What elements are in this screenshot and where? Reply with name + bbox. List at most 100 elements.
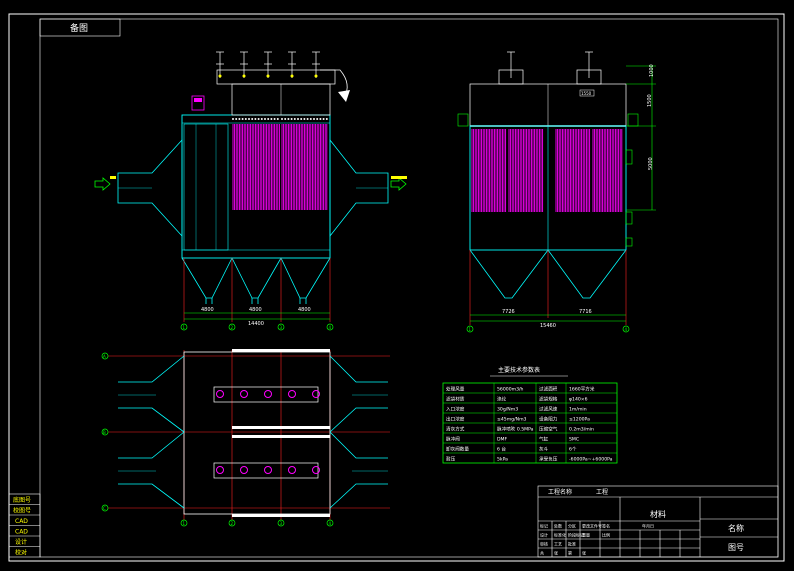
param-cell: SMC — [569, 437, 579, 443]
bag-cap — [270, 118, 273, 120]
title-cell: 共 — [540, 550, 544, 556]
bag-cap — [264, 118, 266, 120]
bag-cap — [241, 118, 244, 120]
param-cell: 压缩空气 — [539, 426, 558, 433]
param-cell: 涤纶 — [497, 396, 507, 403]
param-cell: 6个 — [569, 447, 577, 453]
param-cell: 耐压 — [446, 456, 456, 463]
bag-cap — [232, 118, 234, 120]
bag-cap — [309, 118, 312, 120]
inner-border — [39, 18, 779, 558]
title-drawing-no: 图号 — [728, 543, 744, 552]
title-cell: 第 — [568, 550, 572, 556]
front-axis-2: 2 — [231, 325, 234, 330]
stamp-2: 校图号 — [13, 507, 31, 515]
left-stamp-strip: 底图号 校图号 CAD CAD 设计 校对 — [8, 493, 41, 558]
front-pulse-valves — [216, 51, 320, 78]
param-cell: DMF — [497, 437, 508, 443]
param-cell: 6 台 — [497, 446, 506, 453]
stamp-3: CAD — [15, 518, 28, 525]
title-cell: 更改文件号 — [582, 523, 602, 529]
param-cell: 0.2m3/min — [569, 427, 594, 433]
param-cell: 脉冲喷吹 0.5MPa — [497, 426, 534, 433]
side-right-dim-2: 1500 — [647, 94, 653, 107]
param-cell: 滤袋材质 — [446, 396, 465, 403]
title-cell: 签名 — [602, 523, 610, 529]
bag-cap — [313, 118, 315, 120]
param-cell: 滤袋规格 — [539, 396, 558, 403]
stamp-5: 设计 — [15, 538, 27, 546]
title-cell: 分区 — [568, 523, 576, 529]
params-title: 主要技术参数表 — [498, 366, 540, 374]
param-cell: -6000Pa~+6000Pa — [569, 457, 613, 463]
param-cell: 卸灰阀数量 — [446, 446, 469, 453]
param-cell: 清灰方式 — [446, 426, 465, 433]
param-cell: ≤45mg/Nm3 — [497, 417, 527, 423]
param-cell: 5kPa — [497, 457, 508, 463]
title-cell: 审核 — [540, 541, 548, 547]
bag-cap — [244, 118, 247, 120]
side-axis-1: 1 — [469, 327, 472, 332]
bag-cap — [319, 118, 322, 120]
title-work-label: 工程名称 — [548, 488, 572, 496]
bag-cap — [254, 118, 257, 120]
title-cell: 标准化 — [554, 532, 566, 538]
plan-axis-1: 1 — [183, 521, 186, 526]
front-axis-1: 1 — [183, 325, 186, 330]
side-elevation: 7726 7716 15460 1 4 1000 1500 5000 1550 — [457, 51, 656, 333]
side-filter-bags — [471, 129, 623, 212]
plan-row-A: A — [103, 354, 106, 359]
bag-cap — [260, 118, 263, 120]
pulse-valve — [264, 466, 272, 474]
bag-cap — [251, 118, 254, 120]
bag-cap — [306, 118, 309, 120]
bag-cap — [276, 118, 279, 120]
param-cell: 1m/min — [569, 407, 587, 413]
plan-axis-4: 4 — [329, 521, 332, 526]
param-cell: 1660平方米 — [569, 386, 595, 393]
pulse-valve — [240, 390, 248, 398]
stamp-6: 校对 — [15, 549, 27, 557]
side-top-dim: 1550 — [581, 91, 592, 96]
title-cell: 年月日 — [642, 523, 654, 529]
param-cell: φ140×6 — [569, 397, 588, 403]
bag-cap — [293, 118, 296, 120]
cad-drawing: 备图 底图号 校图号 CAD CAD 设计 校对 4800 4800 4800 … — [8, 13, 785, 562]
pulse-valve — [216, 466, 224, 474]
outlet-arrow — [390, 177, 407, 191]
param-cell: 设备阻力 — [539, 416, 558, 423]
front-elevation: 4800 4800 4800 14400 1 2 3 4 — [94, 51, 407, 331]
bag-cap — [281, 118, 283, 120]
bag-cap — [273, 118, 276, 120]
param-cell: 56000m3/h — [497, 387, 524, 393]
bag-cap — [238, 118, 241, 120]
front-axis-4: 4 — [329, 325, 332, 330]
param-cell: 处理风量 — [446, 386, 465, 393]
param-cell: 30g/Nm3 — [497, 407, 518, 413]
param-cell: 承受负压 — [539, 456, 558, 463]
bag-cap — [287, 118, 290, 120]
title-cell: 处数 — [554, 523, 562, 529]
title-work-value: 工程 — [596, 488, 608, 496]
side-right-dim-1: 1000 — [649, 64, 655, 77]
stamp-4: CAD — [15, 529, 28, 536]
title-cell: 标记 — [540, 523, 548, 529]
title-cell: 重量 — [582, 532, 590, 538]
bag-cap — [290, 118, 293, 120]
sheet-border — [8, 13, 785, 562]
title-cell: 批准 — [568, 541, 576, 547]
inlet-arrow — [94, 177, 111, 191]
front-axis-3: 3 — [280, 325, 283, 330]
bag-cap — [297, 118, 299, 120]
front-filter-bags — [232, 118, 328, 210]
param-cell: 灰斗 — [539, 446, 549, 453]
plan-axis-3: 3 — [280, 521, 283, 526]
side-axis-4: 4 — [625, 327, 628, 332]
title-cell: 张 — [554, 550, 558, 556]
plan-view: A B C 1 2 3 4 — [101, 349, 390, 527]
pulse-valve — [288, 390, 296, 398]
pulse-valve — [240, 466, 248, 474]
pulse-valve — [312, 466, 320, 474]
front-dim-3: 4800 — [298, 307, 311, 313]
top-label: 备图 — [70, 22, 88, 34]
